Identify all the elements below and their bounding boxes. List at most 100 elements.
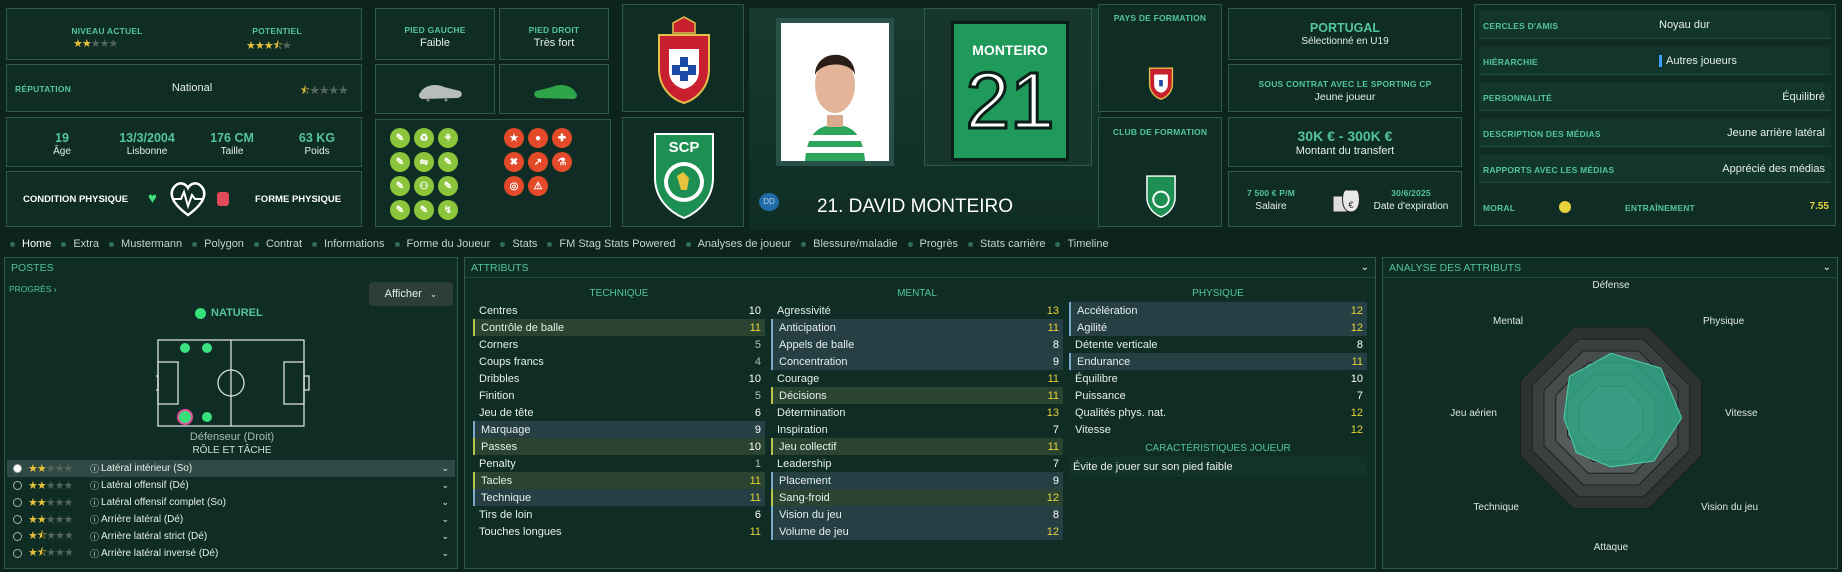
afficher-button[interactable]: Afficher ⌄ — [369, 282, 453, 306]
trait-icon[interactable]: ✖ — [504, 152, 524, 172]
attribute-row[interactable]: Agilité 12 — [1069, 319, 1367, 336]
pitch-position-dot — [177, 409, 193, 425]
attribute-row[interactable]: Vitesse 12 — [1069, 421, 1367, 438]
attribute-row[interactable]: Technique 11 — [473, 489, 765, 506]
tab-item[interactable]: Home — [22, 238, 51, 250]
trait-icon[interactable]: ⚠ — [528, 176, 548, 196]
attribute-row[interactable]: Centres 10 — [473, 302, 765, 319]
role-row[interactable]: ★★★★★ ⓘ Latéral offensif (Dé) ⌄ — [7, 477, 455, 494]
attribute-row[interactable]: Tacles 11 — [473, 472, 765, 489]
role-radio[interactable] — [13, 498, 22, 507]
attribute-row[interactable]: Appels de balle 8 — [771, 336, 1063, 353]
chevron-down-icon[interactable]: ⌄ — [1361, 262, 1369, 273]
trait-icon[interactable]: ⚘ — [438, 128, 458, 148]
attribute-row[interactable]: Passes 10 — [473, 438, 765, 455]
tab-item[interactable]: Contrat — [266, 238, 302, 250]
attribute-row[interactable]: Penalty 1 — [473, 455, 765, 472]
attribute-row[interactable]: Détermination 13 — [771, 404, 1063, 421]
attribute-row[interactable]: Puissance 7 — [1069, 387, 1367, 404]
attribute-row[interactable]: Touches longues 11 — [473, 523, 765, 540]
trait-icon[interactable]: ✎ — [390, 200, 410, 220]
attribute-row[interactable]: Jeu collectif 11 — [771, 438, 1063, 455]
attribute-row[interactable]: Finition 5 — [473, 387, 765, 404]
chevron-down-icon[interactable]: ⌄ — [441, 497, 449, 508]
tab-item[interactable]: Timeline — [1067, 238, 1108, 250]
info-icon[interactable]: ⓘ — [90, 462, 99, 475]
tab-item[interactable]: Informations — [324, 238, 385, 250]
attribute-row[interactable]: Inspiration 7 — [771, 421, 1063, 438]
chevron-down-icon[interactable]: ⌄ — [1823, 262, 1831, 273]
role-row[interactable]: ★★★★★ ⓘ Arrière latéral (Dé) ⌄ — [7, 511, 455, 528]
trait-icon[interactable]: ↗ — [528, 152, 548, 172]
tab-item[interactable]: Analyses de joueur — [698, 238, 792, 250]
attribute-row[interactable]: Leadership 7 — [771, 455, 1063, 472]
attribute-row[interactable]: Placement 9 — [771, 472, 1063, 489]
attribute-row[interactable]: Coups francs 4 — [473, 353, 765, 370]
tab-item[interactable]: Stats carrière — [980, 238, 1045, 250]
role-radio[interactable] — [13, 464, 22, 473]
attribute-row[interactable]: Accélération 12 — [1069, 302, 1367, 319]
role-radio[interactable] — [13, 532, 22, 541]
trait-icon[interactable]: ⚗ — [552, 152, 572, 172]
attribute-row[interactable]: Agressivité 13 — [771, 302, 1063, 319]
attribute-row[interactable]: Dribbles 10 — [473, 370, 765, 387]
role-row[interactable]: ★⯪★★★ ⓘ Arrière latéral inversé (Dé) ⌄ — [7, 545, 455, 562]
role-row[interactable]: ★★★★★ ⓘ Latéral intérieur (So) ⌄ — [7, 460, 455, 477]
chevron-down-icon[interactable]: ⌄ — [441, 480, 449, 491]
trait-icon[interactable]: ✎ — [414, 200, 434, 220]
trait-icon[interactable]: ⇋ — [414, 152, 434, 172]
info-icon[interactable]: ⓘ — [90, 530, 99, 543]
trait-icon[interactable]: ✎ — [438, 176, 458, 196]
role-radio[interactable] — [13, 515, 22, 524]
attribute-row[interactable]: Sang-froid 12 — [771, 489, 1063, 506]
trait-icon[interactable]: ✎ — [390, 176, 410, 196]
tab-item[interactable]: Mustermann — [121, 238, 182, 250]
attribute-row[interactable]: Décisions 11 — [771, 387, 1063, 404]
trait-icon[interactable]: ↯ — [438, 200, 458, 220]
chevron-down-icon[interactable]: ⌄ — [441, 514, 449, 525]
progress-link[interactable]: PROGRÈS › — [9, 284, 57, 294]
chevron-down-icon[interactable]: ⌄ — [441, 531, 449, 542]
role-row[interactable]: ★★★★★ ⓘ Latéral offensif complet (So) ⌄ — [7, 494, 455, 511]
trait-icon[interactable]: ✎ — [438, 152, 458, 172]
attribute-row[interactable]: Contrôle de balle 11 — [473, 319, 765, 336]
attribute-row[interactable]: Endurance 11 — [1069, 353, 1367, 370]
role-radio[interactable] — [13, 549, 22, 558]
attribute-row[interactable]: Jeu de tête 6 — [473, 404, 765, 421]
chevron-down-icon[interactable]: ⌄ — [441, 548, 449, 559]
trait-icon[interactable]: ⚇ — [414, 176, 434, 196]
tab-item[interactable]: Forme du Joueur — [407, 238, 491, 250]
attribute-row[interactable]: Concentration 9 — [771, 353, 1063, 370]
trait-icon[interactable]: ★ — [504, 128, 524, 148]
info-icon[interactable]: ⓘ — [90, 547, 99, 560]
attribute-row[interactable]: Courage 11 — [771, 370, 1063, 387]
attribute-row[interactable]: Détente verticale 8 — [1069, 336, 1367, 353]
tab-item[interactable]: Stats — [512, 238, 537, 250]
attribute-row[interactable]: Tirs de loin 6 — [473, 506, 765, 523]
attribute-row[interactable]: Qualités phys. nat. 12 — [1069, 404, 1367, 421]
attribute-row[interactable]: Équilibre 10 — [1069, 370, 1367, 387]
trait-icon[interactable]: ✎ — [390, 152, 410, 172]
info-icon[interactable]: ⓘ — [90, 479, 99, 492]
chevron-down-icon[interactable]: ⌄ — [441, 463, 449, 474]
technique-header: TECHNIQUE — [589, 288, 649, 299]
tab-item[interactable]: FM Stag Stats Powered — [559, 238, 675, 250]
attribute-row[interactable]: Marquage 9 — [473, 421, 765, 438]
info-icon[interactable]: ⓘ — [90, 513, 99, 526]
attribute-row[interactable]: Anticipation 11 — [771, 319, 1063, 336]
trait-icon[interactable]: ● — [528, 128, 548, 148]
trait-icon[interactable]: ◎ — [504, 176, 524, 196]
info-icon[interactable]: ⓘ — [90, 496, 99, 509]
tab-item[interactable]: Progrès — [920, 238, 959, 250]
trait-icon[interactable]: ✎ — [390, 128, 410, 148]
trait-icon[interactable]: ✚ — [552, 128, 572, 148]
attribute-row[interactable]: Vision du jeu 8 — [771, 506, 1063, 523]
attribute-row[interactable]: Volume de jeu 12 — [771, 523, 1063, 540]
attribute-row[interactable]: Corners 5 — [473, 336, 765, 353]
role-radio[interactable] — [13, 481, 22, 490]
role-row[interactable]: ★⯪★★★ ⓘ Arrière latéral strict (Dé) ⌄ — [7, 528, 455, 545]
tab-item[interactable]: Polygon — [204, 238, 244, 250]
tab-item[interactable]: Extra — [73, 238, 99, 250]
tab-item[interactable]: Blessure/maladie — [813, 238, 897, 250]
trait-icon[interactable]: ♻ — [414, 128, 434, 148]
